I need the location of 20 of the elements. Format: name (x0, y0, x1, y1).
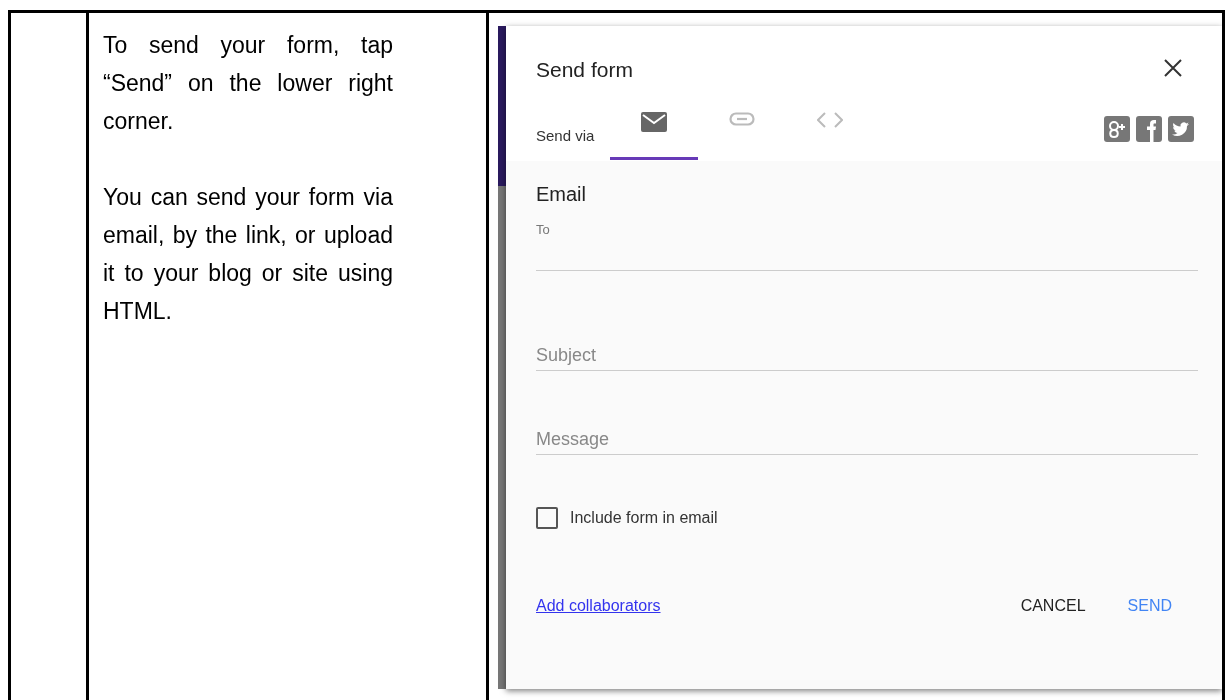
field-label: To (536, 222, 550, 237)
dialog-title: Send form (536, 58, 633, 82)
message-field[interactable]: Message (536, 429, 1198, 455)
send-via-label: Send via (536, 127, 595, 144)
google-plus-icon[interactable] (1104, 116, 1130, 142)
instruction-text: You can send your form via email, by the link, or upload it to your blog or site using HTML. (103, 183, 393, 326)
instruction-text: To send your form, tap “Send” on the lower right corner. (103, 31, 393, 136)
section-title: Email (536, 183, 587, 206)
code-brackets-icon (817, 112, 844, 128)
cancel-button[interactable]: CANCEL (1020, 591, 1086, 621)
checkbox[interactable] (536, 507, 558, 529)
envelope-icon (641, 112, 668, 132)
subject-field[interactable]: Subject (536, 345, 1198, 371)
link-icon (729, 112, 756, 126)
close-icon (1164, 59, 1182, 77)
checkbox-label: Include form in email (570, 509, 718, 527)
to-field[interactable]: To (536, 220, 1198, 271)
add-collaborators-link[interactable]: Add collaborators (536, 597, 661, 615)
twitter-icon[interactable] (1168, 116, 1194, 142)
facebook-icon[interactable] (1136, 116, 1162, 142)
